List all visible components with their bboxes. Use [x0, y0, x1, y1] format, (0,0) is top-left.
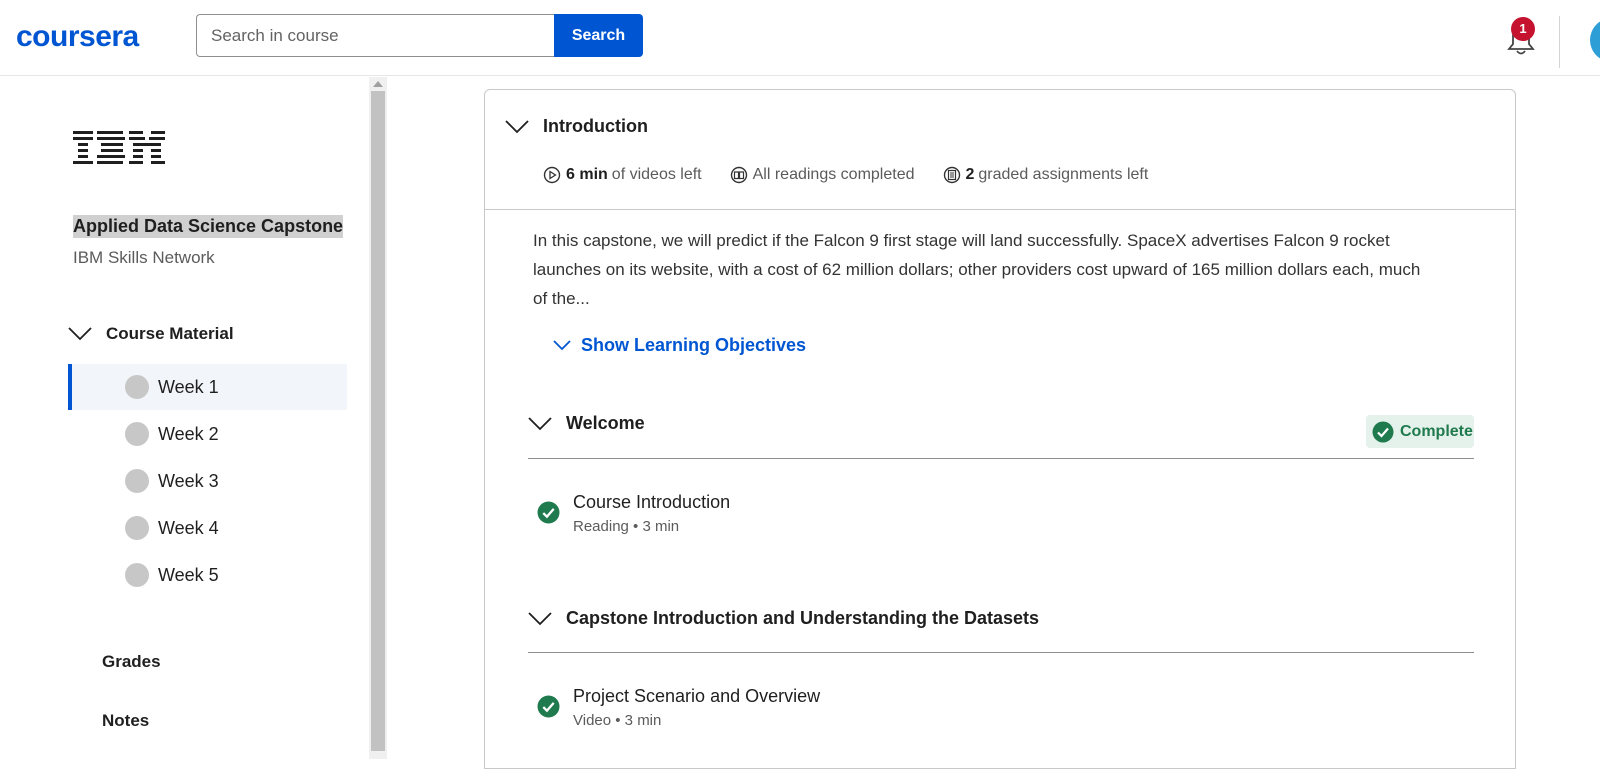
- list-item[interactable]: Project Scenario and Overview Video • 3 …: [537, 686, 820, 729]
- list-item[interactable]: Course Introduction Reading • 3 min: [537, 492, 730, 535]
- progress-dot-icon: [125, 516, 149, 540]
- module-title: Introduction: [543, 116, 648, 136]
- readings-status-text: All readings completed: [752, 166, 915, 183]
- videos-left-value: 6 min: [566, 166, 608, 183]
- item-title: Course Introduction: [573, 492, 731, 512]
- section-toggle-capstone-intro[interactable]: Capstone Introduction and Understanding …: [528, 608, 1039, 629]
- header-divider: [1559, 16, 1560, 68]
- sidebar-item-notes[interactable]: Notes: [102, 711, 149, 731]
- module-header: Introduction 6 min of videos left All re…: [485, 90, 1515, 210]
- search-input[interactable]: [196, 14, 554, 57]
- section-title: Capstone Introduction and Understanding …: [566, 608, 1040, 628]
- sidebar-scrollbar[interactable]: [369, 77, 387, 759]
- module-toggle[interactable]: Introduction: [505, 116, 648, 137]
- avatar[interactable]: [1590, 18, 1600, 62]
- chevron-down-icon: [553, 340, 571, 351]
- check-circle-icon: [537, 695, 560, 718]
- module-meta: 6 min of videos left All readings comple…: [543, 166, 1176, 184]
- chevron-down-icon: [528, 416, 552, 430]
- search-bar: Search: [196, 14, 643, 57]
- book-icon: [730, 166, 747, 184]
- assignment-icon: [943, 166, 960, 184]
- sidebar-item-week-5[interactable]: Week 5: [68, 552, 347, 598]
- top-header: coursera Search 1: [0, 0, 1600, 76]
- week-label: Week 1: [158, 376, 219, 397]
- week-label: Week 2: [158, 423, 219, 444]
- course-material-toggle[interactable]: Course Material: [68, 324, 234, 344]
- notification-badge: 1: [1511, 17, 1535, 41]
- progress-dot-icon: [125, 563, 149, 587]
- ibm-logo: [73, 131, 165, 164]
- section-title: Welcome: [566, 413, 645, 433]
- chevron-down-icon: [528, 611, 552, 625]
- assignments-left-value: 2: [965, 166, 975, 183]
- progress-dot-icon: [125, 375, 149, 399]
- section-divider: [528, 458, 1474, 459]
- sidebar-item-week-3[interactable]: Week 3: [68, 458, 347, 504]
- coursera-logo[interactable]: coursera: [16, 20, 139, 54]
- status-badge-label: Complete: [1400, 422, 1473, 440]
- module-description: In this capstone, we will predict if the…: [533, 231, 1421, 308]
- sidebar-item-week-2[interactable]: Week 2: [68, 411, 347, 457]
- course-title[interactable]: Applied Data Science Capstone: [73, 215, 344, 238]
- chevron-down-icon: [68, 327, 92, 341]
- scroll-up-arrow-icon[interactable]: [373, 81, 383, 87]
- sidebar-item-week-4[interactable]: Week 4: [68, 505, 347, 551]
- readings-status: All readings completed: [730, 166, 915, 184]
- play-circle-icon: [543, 166, 561, 184]
- learning-objectives-label: Show Learning Objectives: [581, 335, 807, 355]
- scroll-thumb[interactable]: [371, 91, 385, 751]
- section-divider: [528, 652, 1474, 653]
- assignments-left: 2 graded assignments left: [943, 166, 1149, 184]
- item-title: Project Scenario and Overview: [573, 686, 821, 706]
- status-badge: Complete: [1366, 415, 1474, 448]
- progress-dot-icon: [125, 469, 149, 493]
- search-button[interactable]: Search: [554, 14, 643, 57]
- week-label: Week 3: [158, 470, 219, 491]
- course-material-label: Course Material: [106, 324, 234, 343]
- item-text: Project Scenario and Overview Video • 3 …: [573, 686, 820, 729]
- progress-dot-icon: [125, 422, 149, 446]
- check-circle-icon: [537, 501, 560, 524]
- item-text: Course Introduction Reading • 3 min: [573, 492, 730, 535]
- item-meta: Video • 3 min: [573, 712, 662, 729]
- show-learning-objectives-button[interactable]: Show Learning Objectives: [553, 335, 806, 356]
- week-label: Week 4: [158, 517, 219, 538]
- videos-left: 6 min of videos left: [543, 166, 702, 184]
- videos-left-text: of videos left: [611, 166, 702, 183]
- item-meta: Reading • 3 min: [573, 518, 680, 535]
- chevron-down-icon: [505, 119, 529, 133]
- week-label: Week 5: [158, 564, 219, 585]
- module-card: Introduction 6 min of videos left All re…: [484, 89, 1516, 769]
- check-circle-icon: [1372, 421, 1394, 442]
- sidebar-item-grades[interactable]: Grades: [102, 652, 161, 672]
- course-org: IBM Skills Network: [73, 248, 215, 267]
- sidebar: Applied Data Science Capstone IBM Skills…: [0, 77, 368, 759]
- sidebar-item-week-1[interactable]: Week 1: [68, 364, 347, 410]
- assignments-left-text: graded assignments left: [978, 166, 1149, 183]
- section-toggle-welcome[interactable]: Welcome: [528, 413, 645, 434]
